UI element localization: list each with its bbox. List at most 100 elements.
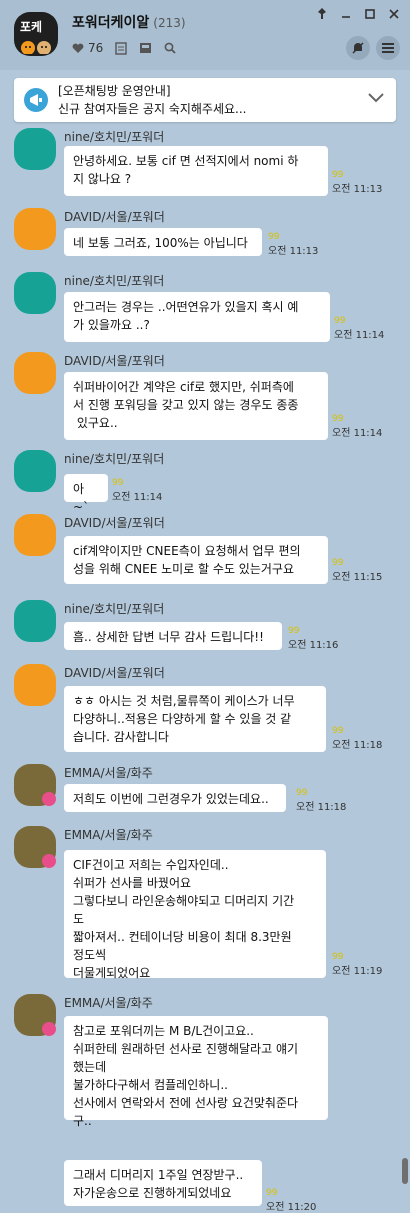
window-controls (316, 8, 400, 20)
message-bubble[interactable]: 아 ~` (64, 474, 108, 514)
notice-board-button[interactable] (115, 41, 127, 55)
message-time: 오전 11:14 (332, 428, 383, 439)
read-count: 99 (112, 478, 124, 488)
message-meta: 99 오전 11:13 (332, 170, 382, 195)
sender-name: EMMA/서울/화주 (64, 828, 153, 842)
message-bubble[interactable]: 네 보통 그러죠, 100%는 아닙니다 (64, 228, 262, 256)
message-time: 오전 11:16 (288, 640, 339, 651)
crown-badge-icon (42, 854, 56, 868)
message-bubble[interactable]: 그래서 디머리지 1주일 연장받구.. 자가운송으로 진행하게되었네요 (64, 1160, 262, 1206)
room-member-total: (213) (153, 16, 186, 30)
message-meta: 99 오전 11:15 (332, 558, 382, 583)
message-meta: 99 오전 11:16 (288, 626, 338, 651)
document-icon (115, 41, 127, 55)
room-title: 포워더케이알 (213) (72, 12, 186, 32)
header-toolbar: 76 (72, 40, 176, 56)
read-count: 99 (332, 952, 344, 962)
message-meta: 99 오전 11:14 (332, 414, 382, 439)
menu-button[interactable] (376, 36, 400, 60)
message-meta: 99 오전 11:19 (332, 952, 382, 977)
close-button[interactable] (388, 8, 400, 20)
chevron-down-icon[interactable] (368, 92, 384, 106)
room-avatar-logo-text: 포케 (20, 20, 43, 34)
read-count: 99 (332, 726, 344, 736)
drawer-button[interactable] (139, 42, 152, 54)
sender-name: EMMA/서울/화주 (64, 766, 153, 780)
user-avatar[interactable] (14, 664, 56, 706)
notice-text: 신규 참여자들은 공지 숙지해주세요... (58, 102, 247, 116)
minimize-icon (342, 16, 350, 18)
user-avatar[interactable] (14, 208, 56, 250)
user-avatar[interactable] (14, 450, 56, 492)
inbox-icon (140, 43, 152, 53)
sender-name: nine/호치민/포워더 (64, 452, 165, 466)
message-meta: 99 오전 11:13 (268, 232, 318, 257)
sender-name: nine/호치민/포워더 (64, 274, 165, 288)
user-avatar[interactable] (14, 352, 56, 394)
user-avatar[interactable] (14, 128, 56, 170)
search-button[interactable] (164, 42, 176, 54)
megaphone-icon (24, 88, 48, 112)
sender-name: DAVID/서울/포워더 (64, 666, 165, 680)
message-bubble[interactable]: cif계약이지만 CNEE측이 요청해서 업무 편의 성을 위해 CNEE 노미… (64, 536, 328, 584)
message-bubble[interactable]: ㅎㅎ 아시는 것 처럼,물류쪽이 케이스가 너무 다양하니..적용은 다양하게 … (64, 686, 326, 752)
message-time: 오전 11:18 (296, 802, 347, 813)
heart-icon (72, 43, 84, 53)
message-time: 오전 11:19 (332, 966, 383, 977)
message-time: 오전 11:13 (268, 246, 319, 257)
minimize-button[interactable] (340, 8, 352, 20)
message-time: 오전 11:18 (332, 740, 383, 751)
mute-button[interactable] (346, 36, 370, 60)
message-bubble[interactable]: 쉬퍼바이어간 계약은 cif로 했지만, 쉬퍼측에 서 진행 포워딩을 갖고 있… (64, 372, 328, 440)
message-time: 오전 11:14 (112, 492, 163, 503)
message-bubble[interactable]: CIF건이고 저희는 수입자인데.. 쉬퍼가 선사를 바꿨어요 그렇다보니 라인… (64, 850, 326, 980)
message-bubble[interactable]: 안녕하세요. 보통 cif 면 선적지에서 nomi 하 지 않나요 ? (64, 146, 328, 196)
pin-button[interactable] (316, 8, 328, 20)
message-meta: 99 오전 11:18 (296, 788, 346, 813)
room-title-text: 포워더케이알 (72, 15, 150, 31)
message-bubble[interactable]: 흠.. 상세한 답변 너무 감사 드립니다!! (64, 622, 282, 650)
message-meta: 99 오전 11:20 (266, 1188, 316, 1213)
scrollbar-thumb[interactable] (402, 1158, 408, 1184)
message-bubble[interactable]: 참고로 포워더끼는 M B/L건이고요.. 쉬퍼한테 원래하던 선사로 진행해달… (64, 1016, 328, 1128)
member-count: 76 (88, 41, 104, 55)
read-count: 99 (268, 232, 280, 242)
message-bubble[interactable]: 저희도 이번에 그런경우가 있었는데요.. (64, 784, 286, 812)
bell-off-icon (352, 42, 364, 54)
read-count: 99 (332, 170, 344, 180)
user-avatar[interactable] (14, 272, 56, 314)
close-icon (389, 9, 399, 19)
message-time: 오전 11:15 (332, 572, 383, 583)
maximize-button[interactable] (364, 8, 376, 20)
menu-icon (382, 43, 394, 53)
read-count: 99 (288, 626, 300, 636)
user-avatar[interactable] (14, 600, 56, 642)
maximize-icon (365, 9, 375, 19)
search-icon (164, 42, 176, 54)
read-count: 99 (332, 414, 344, 424)
read-count: 99 (334, 316, 346, 326)
user-avatar[interactable] (14, 514, 56, 556)
sender-name: DAVID/서울/포워더 (64, 210, 165, 224)
sender-name: nine/호치민/포워더 (64, 130, 165, 144)
message-meta: 99 오전 11:14 (334, 316, 384, 341)
sender-name: EMMA/서울/화주 (64, 996, 153, 1010)
room-avatar[interactable]: 포케 (14, 12, 58, 56)
message-meta: 99 오전 11:14 (112, 478, 162, 503)
crown-badge-icon (42, 1022, 56, 1036)
sender-name: nine/호치민/포워더 (64, 602, 165, 616)
chat-header: 포케 포워더케이알 (213) 76 (0, 0, 410, 70)
sender-name: DAVID/서울/포워더 (64, 516, 165, 530)
crown-badge-icon (42, 792, 56, 806)
notice-banner[interactable]: [오픈채팅방 운영안내] 신규 참여자들은 공지 숙지해주세요... (14, 78, 396, 122)
members-button[interactable]: 76 (72, 41, 103, 55)
pin-icon (318, 8, 326, 19)
notice-title: [오픈채팅방 운영안내] (58, 84, 171, 98)
character-icon (21, 41, 51, 54)
message-time: 오전 11:13 (332, 184, 383, 195)
sender-name: DAVID/서울/포워더 (64, 354, 165, 368)
message-bubble[interactable]: 안그러는 경우는 ..어떤연유가 있을지 혹시 예 가 있을까요 ..? (64, 292, 330, 342)
message-meta: 99 오전 11:18 (332, 726, 382, 751)
read-count: 99 (296, 788, 308, 798)
message-time: 오전 11:20 (266, 1202, 317, 1213)
